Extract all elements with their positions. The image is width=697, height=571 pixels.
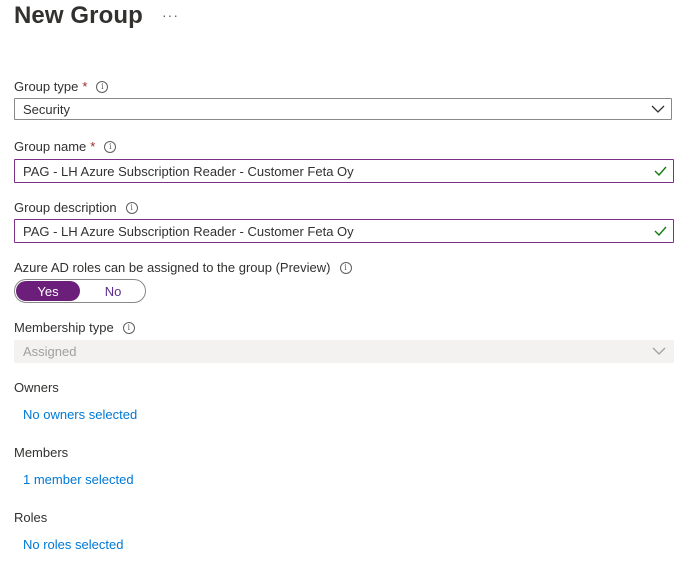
group-description-label: Group description i [14, 200, 138, 215]
toggle-yes-option[interactable]: Yes [16, 281, 80, 301]
group-type-label: Group type * i [14, 79, 109, 94]
info-icon[interactable]: i [104, 140, 117, 153]
info-icon[interactable]: i [125, 201, 138, 214]
roles-link[interactable]: No roles selected [23, 537, 123, 552]
chevron-down-icon [652, 347, 666, 355]
owners-label: Owners [14, 380, 59, 395]
members-label: Members [14, 445, 69, 460]
members-link[interactable]: 1 member selected [23, 472, 134, 487]
membership-type-value: Assigned [23, 344, 77, 359]
group-type-label-text: Group type [14, 79, 79, 94]
required-mark: * [90, 139, 96, 154]
info-icon[interactable]: i [339, 261, 352, 274]
membership-type-select: Assigned [14, 340, 674, 363]
page-title: New Group [14, 2, 143, 29]
membership-type-label-text: Membership type [14, 320, 114, 335]
group-description-field[interactable]: PAG - LH Azure Subscription Reader - Cus… [14, 219, 674, 243]
group-type-select[interactable]: Security [14, 98, 672, 120]
azure-ad-roles-label: Azure AD roles can be assigned to the gr… [14, 260, 352, 275]
group-type-value: Security [23, 101, 70, 117]
group-name-label: Group name * i [14, 139, 117, 154]
required-mark: * [82, 79, 88, 94]
checkmark-icon [654, 226, 667, 237]
membership-type-label: Membership type i [14, 320, 135, 335]
group-name-value: PAG - LH Azure Subscription Reader - Cus… [23, 163, 354, 179]
group-name-field[interactable]: PAG - LH Azure Subscription Reader - Cus… [14, 159, 674, 183]
toggle-no-option[interactable]: No [81, 280, 145, 302]
owners-link[interactable]: No owners selected [23, 407, 137, 422]
roles-label: Roles [14, 510, 48, 525]
checkmark-icon [654, 166, 667, 177]
chevron-down-icon [651, 105, 665, 113]
group-description-label-text: Group description [14, 200, 117, 215]
more-options-button[interactable]: ··· [162, 7, 179, 23]
group-description-value: PAG - LH Azure Subscription Reader - Cus… [23, 223, 354, 239]
azure-ad-roles-label-text: Azure AD roles can be assigned to the gr… [14, 260, 331, 275]
azure-ad-roles-toggle[interactable]: Yes No [14, 279, 146, 303]
group-name-label-text: Group name [14, 139, 87, 154]
info-icon[interactable]: i [96, 80, 109, 93]
info-icon[interactable]: i [122, 321, 135, 334]
